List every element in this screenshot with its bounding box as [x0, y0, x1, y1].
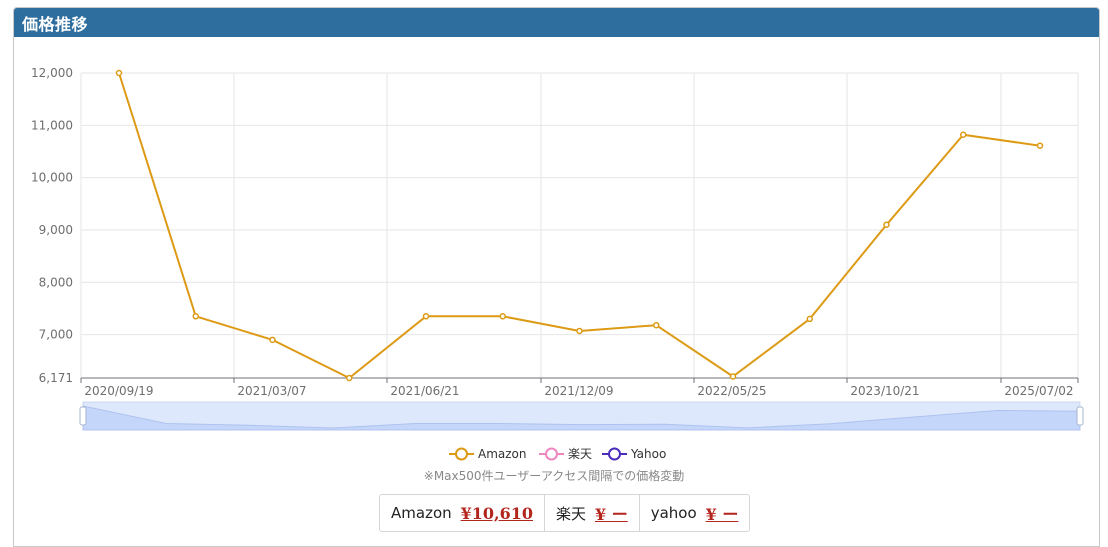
data-point [499, 313, 506, 320]
price-value-link[interactable]: ¥ ー [595, 501, 628, 525]
legend-marker-0 [455, 447, 468, 461]
data-point [115, 69, 123, 77]
x-axis: 2020/09/19 2021/03/07 2021/06/21 2021/12/09… [80, 377, 1079, 398]
chart-series [115, 69, 1044, 382]
data-point [960, 131, 967, 138]
data-point [346, 374, 353, 382]
data-point [653, 321, 660, 329]
x-tick-label: 2020/09/19 [84, 384, 153, 398]
y-tick-label: 11,000 [31, 118, 73, 132]
y-tick-label: 12,000 [31, 66, 73, 80]
data-point [883, 221, 890, 228]
zoom-slider[interactable] [79, 401, 1084, 431]
x-tick-label: 2021/06/21 [390, 384, 459, 398]
chart-legend: Amazon 楽天 Yahoo [449, 447, 666, 461]
legend-label[interactable]: Amazon [478, 447, 527, 461]
y-tick-label: 9,000 [39, 223, 73, 237]
data-point [192, 313, 199, 320]
y-tick-label: 8,000 [39, 275, 73, 289]
data-point [806, 315, 813, 323]
price-amazon: Amazon ¥10,610 [380, 495, 545, 531]
y-tick-label: 10,000 [31, 171, 73, 185]
store-label: 楽天 [556, 504, 587, 523]
legend-label[interactable]: 楽天 [568, 447, 592, 461]
store-label: yahoo [650, 504, 697, 522]
zoom-selection [83, 402, 1080, 430]
x-tick-label: 2021/12/09 [544, 384, 613, 398]
price-summary: Amazon ¥10,610 楽天 ¥ ー yahoo ¥ ー [379, 494, 751, 532]
x-tick-label: 2022/05/25 [697, 384, 766, 398]
legend-label[interactable]: Yahoo [630, 447, 666, 461]
y-tick-label: 6,171 [39, 371, 73, 385]
x-tick-label: 2023/10/21 [850, 384, 919, 398]
y-tick-label: 7,000 [39, 328, 73, 342]
price-yahoo: yahoo ¥ ー [640, 495, 750, 531]
zoom-handle[interactable] [1076, 406, 1084, 426]
price-value-link[interactable]: ¥10,610 [461, 504, 533, 523]
zoom-handle[interactable] [79, 406, 87, 426]
data-point [269, 336, 276, 344]
price-chart: 12,000 11,000 10,000 9,000 8,000 7,000 6,171 2… [31, 66, 1084, 461]
data-point [422, 313, 430, 320]
x-tick-label: 2025/07/02 [1004, 384, 1073, 398]
price-value-link[interactable]: ¥ ー [706, 501, 739, 525]
store-label: Amazon [391, 504, 452, 522]
price-rakuten: 楽天 ¥ ー [545, 495, 640, 531]
chart-note: ※Max500件ユーザーアクセス間隔での価格変動 [423, 469, 685, 483]
x-tick-label: 2021/03/07 [237, 384, 306, 398]
data-point [729, 373, 737, 380]
legend-marker-1 [545, 447, 558, 461]
data-point [576, 327, 583, 335]
data-point [1036, 142, 1044, 149]
y-axis: 12,000 11,000 10,000 9,000 8,000 7,000 6,171 [31, 66, 73, 385]
legend-marker-2 [608, 447, 621, 461]
